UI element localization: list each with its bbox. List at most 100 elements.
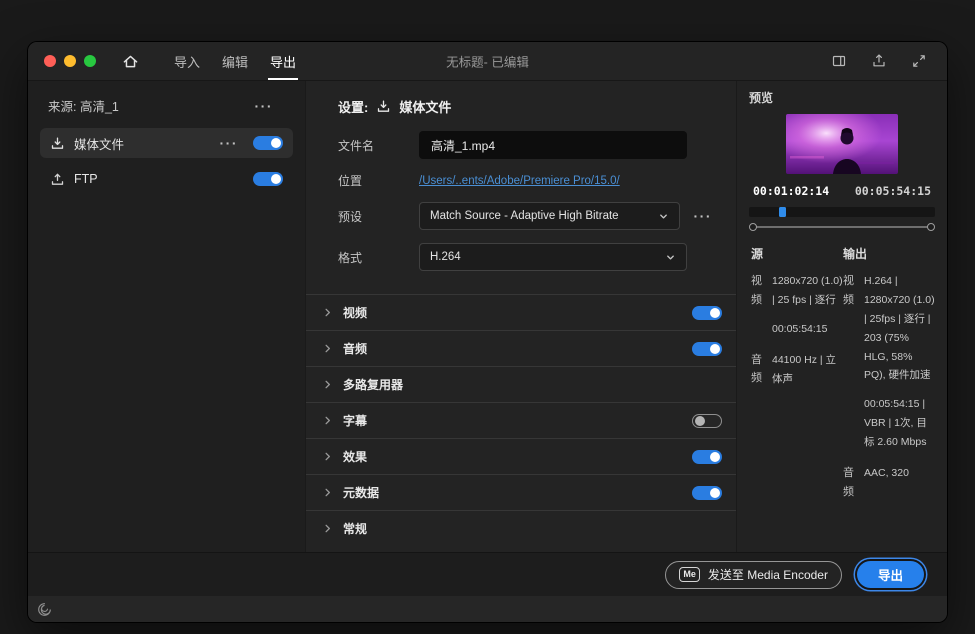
range-track	[752, 226, 932, 228]
tab-export[interactable]: 导出	[259, 42, 307, 80]
settings-sections: 视频 音频 多路复用器 字幕 效果 元数据 常规	[306, 294, 736, 546]
section-metadata[interactable]: 元数据	[306, 474, 736, 510]
range-out-handle[interactable]	[927, 223, 935, 231]
section-label: 常规	[343, 522, 368, 536]
preview-label: 预览	[749, 91, 774, 105]
section-captions[interactable]: 字幕	[306, 402, 736, 438]
zoom-button[interactable]	[84, 55, 96, 67]
section-label: 音频	[343, 342, 368, 356]
sync-swirl-icon[interactable]	[37, 602, 52, 617]
source-label: 来源: 高清_1	[48, 100, 119, 114]
content-area: 来源: 高清_1 ··· 媒体文件 ··· FTP 设置: 媒体文件 文件名 高…	[28, 81, 947, 552]
footer-bar: Me 发送至 Media Encoder 导出	[28, 552, 947, 596]
destinations-sidebar: 来源: 高清_1 ··· 媒体文件 ··· FTP	[28, 81, 305, 552]
source-video-specs: 1280x720 (1.0) | 25 fps | 逐行	[772, 275, 843, 306]
sidebar-item-media-file[interactable]: 媒体文件 ···	[40, 128, 293, 158]
chevron-right-icon	[322, 379, 333, 390]
format-row: 格式 H.264	[338, 243, 712, 271]
ftp-toggle[interactable]	[253, 172, 283, 186]
section-label: 元数据	[343, 486, 380, 500]
output-audio-entry: 音频 AAC, 320	[843, 464, 935, 501]
home-icon[interactable]	[122, 53, 139, 70]
export-window: 导入 编辑 导出 无标题- 已编辑 来源: 高清_1 ··· 媒体文件 ··· …	[28, 42, 947, 622]
section-video[interactable]: 视频	[306, 294, 736, 330]
filename-label: 文件名	[338, 138, 375, 153]
source-summary: 源 视频 1280x720 (1.0) | 25 fps | 逐行 00:05:…	[749, 245, 843, 513]
chevron-down-icon	[658, 211, 669, 222]
range-in-handle[interactable]	[749, 223, 757, 231]
location-row: 位置 /Users/..ents/Adobe/Premiere Pro/15.0…	[338, 172, 712, 189]
format-label: 格式	[338, 250, 363, 265]
chevron-right-icon	[322, 343, 333, 354]
source-video-entry: 视频 1280x720 (1.0) | 25 fps | 逐行 00:05:54…	[751, 272, 843, 339]
captions-toggle[interactable]	[692, 413, 722, 428]
current-timecode: 00:01:02:14	[753, 184, 830, 198]
section-general[interactable]: 常规	[306, 510, 736, 546]
settings-panel: 设置: 媒体文件 文件名 位置 /Users/..ents/Adobe/Prem…	[305, 81, 737, 552]
chevron-right-icon	[322, 487, 333, 498]
upload-icon	[50, 172, 65, 187]
preview-panel: 预览 00:01:02:14 00:05:54:15 源 视频 1280x720…	[737, 81, 947, 552]
source-video-label: 视频	[751, 275, 762, 306]
timecode-row: 00:01:02:14 00:05:54:15	[749, 184, 935, 198]
workspace-panel-icon[interactable]	[831, 53, 847, 69]
output-video-label: 视频	[843, 275, 854, 306]
filename-input[interactable]	[419, 131, 687, 159]
source-audio-entry: 音频 44100 Hz | 立体声	[751, 351, 843, 389]
section-audio[interactable]: 音频	[306, 330, 736, 366]
source-duration: 00:05:54:15	[772, 322, 828, 335]
output-summary: 输出 视频 H.264 | 1280x720 (1.0) | 25fps | 逐…	[843, 245, 935, 513]
range-slider[interactable]	[749, 222, 935, 232]
section-effects[interactable]: 效果	[306, 438, 736, 474]
source-row: 来源: 高清_1 ···	[40, 91, 293, 128]
preset-more-icon[interactable]: ···	[694, 209, 713, 223]
output-header: 输出	[843, 247, 868, 261]
titlebar: 导入 编辑 导出 无标题- 已编辑	[28, 42, 947, 81]
section-multiplexer[interactable]: 多路复用器	[306, 366, 736, 402]
tab-import[interactable]: 导入	[163, 42, 211, 80]
preview-scrubber[interactable]	[749, 207, 935, 217]
preset-dropdown[interactable]: Match Source - Adaptive High Bitrate	[419, 202, 680, 230]
total-timecode: 00:05:54:15	[854, 184, 931, 198]
metadata-toggle[interactable]	[692, 485, 722, 500]
section-label: 效果	[343, 450, 368, 464]
video-toggle[interactable]	[692, 305, 722, 320]
quick-export-icon[interactable]	[871, 53, 887, 69]
export-button[interactable]: 导出	[856, 561, 924, 588]
output-bitrate-specs: 00:05:54:15 | VBR | 1次, 目标 2.60 Mbps	[864, 398, 927, 449]
download-icon	[50, 136, 65, 151]
audio-toggle[interactable]	[692, 341, 722, 356]
video-preview-thumbnail	[786, 114, 898, 174]
settings-title: 设置:	[338, 100, 369, 115]
tab-edit[interactable]: 编辑	[211, 42, 259, 80]
mode-tabs: 导入 编辑 导出	[163, 42, 307, 80]
media-file-more-icon[interactable]: ···	[220, 136, 239, 150]
sidebar-item-ftp[interactable]: FTP	[40, 164, 293, 194]
close-button[interactable]	[44, 55, 56, 67]
format-dropdown[interactable]: H.264	[419, 243, 687, 271]
fullscreen-icon[interactable]	[911, 53, 927, 69]
minimize-button[interactable]	[64, 55, 76, 67]
download-icon	[376, 99, 391, 114]
section-label: 多路复用器	[343, 378, 404, 392]
media-file-toggle[interactable]	[253, 136, 283, 150]
section-label: 视频	[343, 306, 368, 320]
send-to-media-encoder-button[interactable]: Me 发送至 Media Encoder	[665, 560, 842, 589]
settings-target: 媒体文件	[399, 100, 452, 115]
output-video-specs: H.264 | 1280x720 (1.0) | 25fps | 逐行 | 20…	[864, 275, 935, 382]
playhead-handle[interactable]	[778, 207, 786, 217]
effects-toggle[interactable]	[692, 449, 722, 464]
source-audio-specs: 44100 Hz | 立体声	[772, 353, 837, 385]
section-label: 字幕	[343, 414, 368, 428]
media-encoder-icon: Me	[679, 566, 700, 583]
source-more-icon[interactable]: ···	[255, 99, 274, 113]
output-video-entry: 视频 H.264 | 1280x720 (1.0) | 25fps | 逐行 |…	[843, 272, 935, 452]
output-audio-specs: AAC, 320	[864, 467, 909, 480]
format-value: H.264	[430, 251, 461, 263]
traffic-lights	[44, 55, 96, 67]
document-title: 无标题- 已编辑	[446, 55, 529, 70]
filename-row: 文件名	[338, 131, 712, 159]
preset-value: Match Source - Adaptive High Bitrate	[430, 210, 619, 222]
chevron-right-icon	[322, 451, 333, 462]
location-link[interactable]: /Users/..ents/Adobe/Premiere Pro/15.0/	[419, 175, 620, 187]
